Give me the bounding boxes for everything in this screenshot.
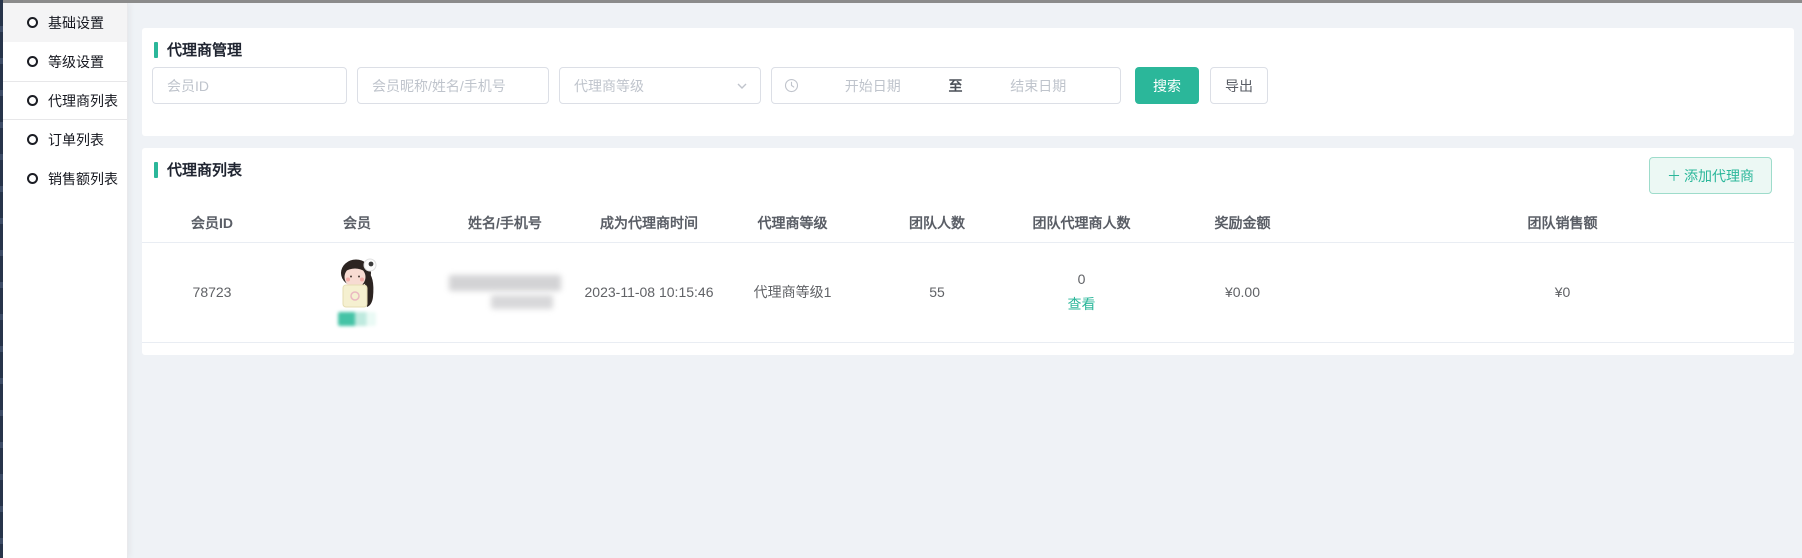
blurred-name-phone: [449, 275, 561, 309]
column-header-agent-level: 代理商等级: [720, 205, 865, 242]
circle-bullet-icon: [27, 134, 38, 145]
sidebar: 基础设置 等级设置 代理商列表 订单列表 销售额列表: [3, 3, 128, 558]
sidebar-item-level-settings[interactable]: 等级设置: [3, 42, 127, 81]
section-title-text: 代理商列表: [167, 159, 242, 180]
add-agent-button-label: 添加代理商: [1684, 166, 1754, 186]
date-range-picker[interactable]: 至: [771, 67, 1121, 104]
end-date-input[interactable]: [969, 78, 1109, 94]
date-range-separator: 至: [943, 76, 969, 96]
column-header-team-agent-count: 团队代理商人数: [1009, 205, 1154, 242]
member-avatar-stack: [337, 258, 377, 326]
main-content: 代理商管理 代理商等级 至 搜索 导出: [128, 3, 1802, 558]
add-agent-button[interactable]: ＋ 添加代理商: [1649, 157, 1772, 194]
circle-bullet-icon: [27, 17, 38, 28]
cell-team-count: 55: [865, 242, 1009, 342]
agent-level-select-placeholder: 代理商等级: [574, 76, 644, 96]
plus-icon: ＋: [1667, 166, 1681, 186]
sidebar-item-basic-settings[interactable]: 基础设置: [3, 3, 127, 42]
cell-reward-amount: ¥0.00: [1154, 242, 1331, 342]
agent-list-title: 代理商列表: [142, 148, 1794, 180]
circle-bullet-icon: [27, 173, 38, 184]
agent-table: 会员ID 会员 姓名/手机号 成为代理商时间 代理商等级 团队人数 团队代理商人…: [142, 205, 1794, 343]
section-accent-bar: [154, 42, 158, 58]
clock-icon: [784, 78, 799, 93]
sidebar-item-label: 销售额列表: [48, 169, 118, 189]
sidebar-item-label: 基础设置: [48, 13, 104, 33]
table-header-row: 会员ID 会员 姓名/手机号 成为代理商时间 代理商等级 团队人数 团队代理商人…: [142, 205, 1794, 242]
sidebar-item-sales-list[interactable]: 销售额列表: [3, 159, 127, 198]
sidebar-item-label: 订单列表: [48, 130, 104, 150]
sidebar-item-label: 等级设置: [48, 52, 104, 72]
sidebar-item-label: 代理商列表: [48, 91, 118, 111]
team-agent-count-value: 0: [1078, 271, 1086, 287]
agent-management-title: 代理商管理: [142, 28, 1794, 60]
start-date-input[interactable]: [803, 78, 943, 94]
cell-agent-level: 代理商等级1: [720, 242, 865, 342]
agent-management-panel: 代理商管理 代理商等级 至 搜索 导出: [142, 28, 1794, 136]
export-button[interactable]: 导出: [1210, 67, 1268, 104]
column-header-team-sales: 团队销售额: [1331, 205, 1794, 242]
column-header-member-id: 会员ID: [142, 205, 282, 242]
collapsed-dark-menu-edge: [0, 0, 3, 558]
sidebar-item-agent-list[interactable]: 代理商列表: [3, 81, 127, 120]
column-header-name-phone: 姓名/手机号: [432, 205, 578, 242]
window-top-edge: [0, 0, 1802, 3]
member-id-input[interactable]: [152, 67, 347, 104]
cell-become-agent-time: 2023-11-08 10:15:46: [578, 242, 720, 342]
blurred-nickname: [338, 312, 376, 326]
circle-bullet-icon: [27, 56, 38, 67]
sidebar-item-order-list[interactable]: 订单列表: [3, 120, 127, 159]
view-link[interactable]: 查看: [1009, 294, 1154, 314]
table-row: 78723: [142, 242, 1794, 342]
column-header-become-agent-time: 成为代理商时间: [578, 205, 720, 242]
filter-row: 代理商等级 至 搜索 导出: [142, 60, 1794, 104]
cell-team-sales: ¥0: [1331, 242, 1794, 342]
nickname-name-phone-input[interactable]: [357, 67, 549, 104]
cell-member-id: 78723: [142, 242, 282, 342]
section-title-text: 代理商管理: [167, 39, 242, 60]
cell-name-phone: [432, 242, 578, 342]
column-header-member: 会员: [282, 205, 432, 242]
cell-member: [282, 242, 432, 342]
agent-level-select[interactable]: 代理商等级: [559, 67, 761, 104]
search-button[interactable]: 搜索: [1135, 67, 1199, 104]
cell-team-agent-count: 0 查看: [1009, 242, 1154, 342]
agent-list-panel: 代理商列表 ＋ 添加代理商 会员ID 会员 姓名/手机号 成为代理商时间 代理商…: [142, 148, 1794, 355]
avatar: [337, 258, 377, 310]
section-accent-bar: [154, 162, 158, 178]
chevron-down-icon: [736, 80, 748, 92]
circle-bullet-icon: [27, 95, 38, 106]
column-header-reward-amount: 奖励金额: [1154, 205, 1331, 242]
column-header-team-count: 团队人数: [865, 205, 1009, 242]
